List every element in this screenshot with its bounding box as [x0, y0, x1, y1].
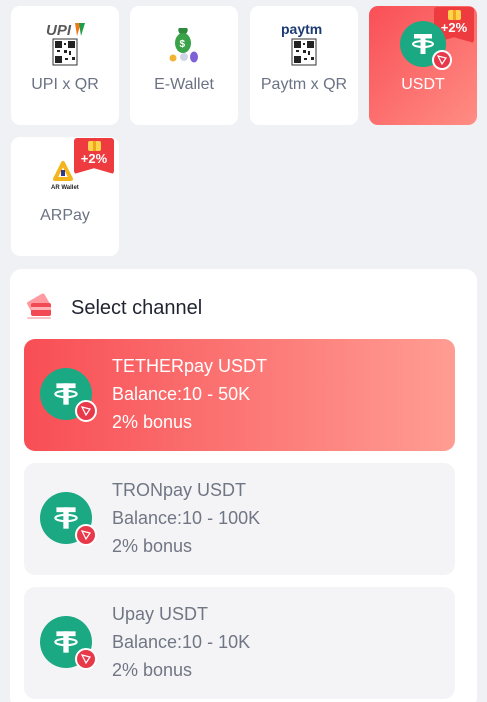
svg-text:AR Wallet: AR Wallet [51, 185, 79, 191]
tron-icon [432, 50, 452, 70]
channel-name: TETHERpay USDT [112, 356, 268, 376]
channel-balance: Balance:10 - 100K [112, 508, 261, 528]
tron-icon [75, 400, 97, 422]
method-label: E-Wallet [154, 76, 214, 93]
tron-icon [75, 524, 97, 546]
usdt-icon [40, 368, 97, 422]
tron-icon [75, 648, 97, 670]
channel-header: Select channel [24, 291, 202, 326]
channel-panel: Select channel TETHERpay USDT Balance:10… [10, 269, 477, 702]
method-label: Paytm x QR [260, 76, 348, 93]
gift-icon [447, 10, 461, 20]
channel-name: TRONpay USDT [112, 480, 247, 500]
method-label: USDT [401, 76, 445, 93]
channel-option-tronpay[interactable]: TRONpay USDT Balance:10 - 100K 2% bonus [24, 463, 455, 575]
svg-text:$: $ [180, 39, 186, 50]
channel-option-tetherpay[interactable]: TETHERpay USDT Balance:10 - 50K 2% bonus [24, 339, 455, 451]
channel-balance: Balance:10 - 10K [112, 632, 251, 652]
wallet-icon: $ [130, 20, 238, 68]
channel-bonus: 2% bonus [112, 412, 193, 432]
channel-bonus: 2% bonus [112, 660, 193, 680]
method-label: UPI x QR [31, 76, 99, 93]
usdt-icon [40, 492, 97, 546]
method-paytm-qr[interactable]: paytm Paytm x QR [250, 6, 358, 125]
usdt-icon [40, 616, 97, 670]
card-icon [24, 291, 54, 326]
method-e-wallet[interactable]: $ E-Wallet [130, 6, 238, 125]
method-usdt[interactable]: +2% USDT [369, 6, 477, 125]
svg-text:paytm: paytm [281, 21, 322, 37]
channel-option-upay[interactable]: Upay USDT Balance:10 - 10K 2% bonus [24, 587, 455, 699]
svg-text:UPI: UPI [46, 22, 72, 39]
method-arpay[interactable]: +2% AR Wallet ARPay [11, 137, 119, 256]
channel-bonus: 2% bonus [112, 536, 193, 556]
channel-name: Upay USDT [112, 604, 209, 624]
channel-balance: Balance:10 - 50K [112, 384, 251, 404]
method-upi-qr[interactable]: UPI UPI x QR [11, 6, 119, 125]
method-label: ARPay [40, 207, 90, 224]
deposit-page: UPI UPI x QR $ E-Wallet paytm Paytm x QR… [0, 0, 487, 702]
upi-qr-icon: UPI [11, 20, 119, 68]
gift-icon [87, 141, 101, 151]
usdt-icon [369, 20, 477, 70]
ar-wallet-icon: AR Wallet [11, 151, 119, 199]
channel-title: Select channel [71, 297, 203, 319]
paytm-qr-icon: paytm [250, 20, 358, 68]
